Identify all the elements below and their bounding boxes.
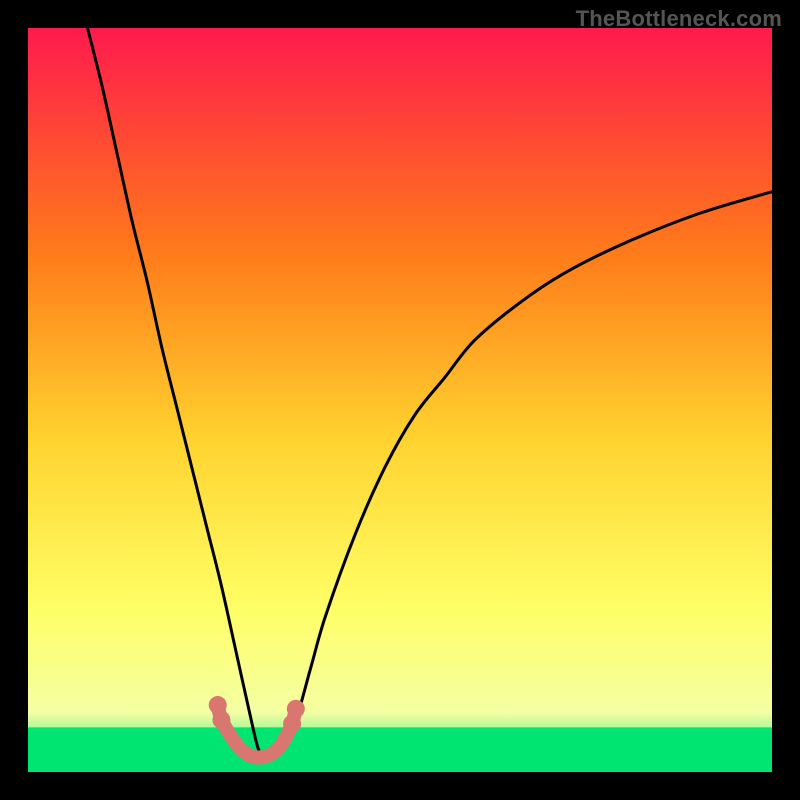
green-band xyxy=(28,727,772,772)
chart-svg xyxy=(28,28,772,772)
gradient-background xyxy=(28,28,772,772)
marker-dot xyxy=(287,700,305,718)
chart-frame: TheBottleneck.com xyxy=(0,0,800,800)
marker-dot xyxy=(212,711,230,729)
plot-area xyxy=(28,28,772,772)
